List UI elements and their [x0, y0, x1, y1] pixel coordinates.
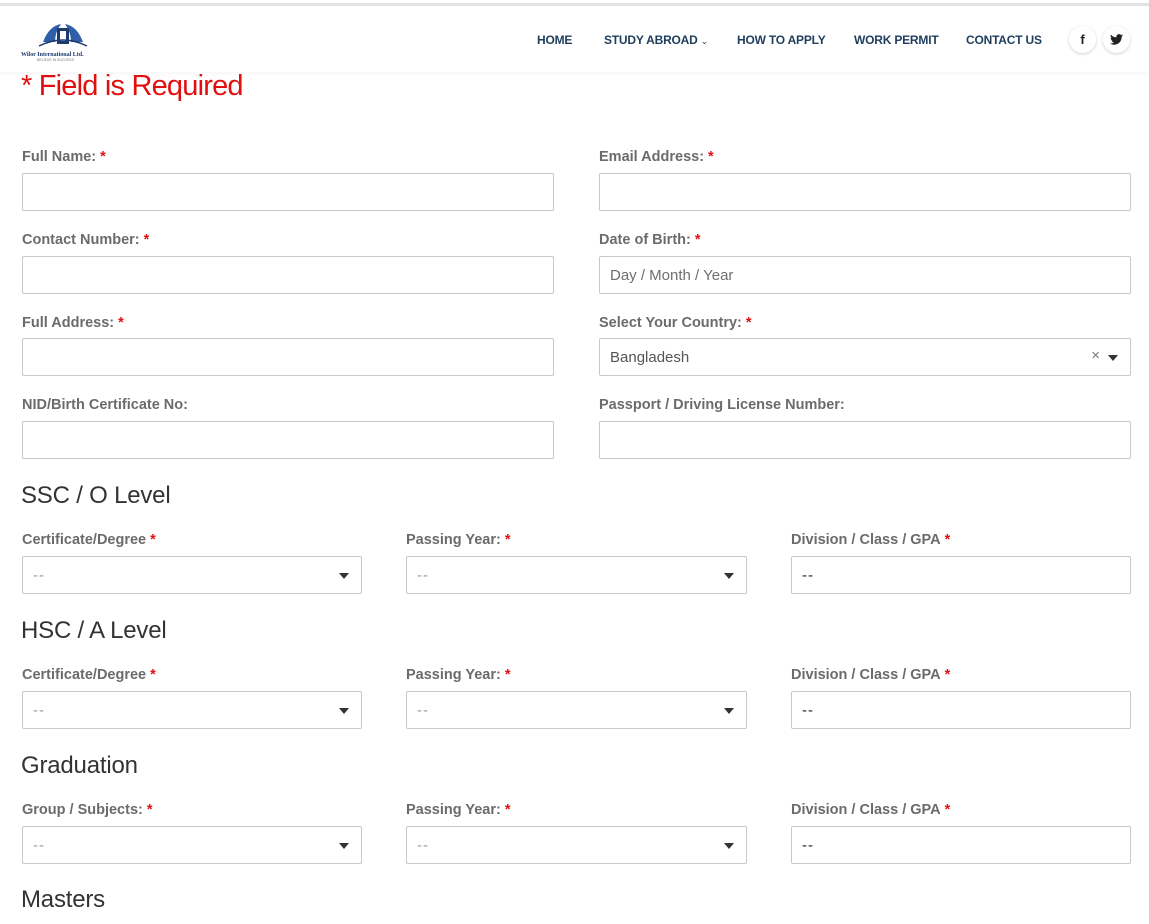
country-select[interactable]: Bangladesh × [599, 338, 1131, 376]
twitter-button[interactable] [1103, 26, 1130, 53]
nid-input[interactable] [22, 421, 554, 459]
ssc-certificate-label: Certificate/Degree * [22, 532, 156, 548]
required-star: * [708, 149, 714, 165]
hsc-passing-year-label: Passing Year: * [406, 667, 511, 683]
dropdown-arrow-icon [724, 843, 734, 849]
dropdown-arrow-icon [724, 708, 734, 714]
country-select-value: Bangladesh [610, 348, 690, 366]
logo-emblem-icon [38, 24, 88, 47]
full-name-input[interactable] [22, 173, 554, 211]
dropdown-arrow-icon [339, 573, 349, 579]
full-name-label: Full Name: * [22, 149, 106, 165]
passport-label: Passport / Driving License Number: [599, 397, 845, 413]
graduation-group-label: Group / Subjects: * [22, 802, 153, 818]
ssc-passing-year-value: -- [417, 566, 429, 584]
email-label: Email Address: * [599, 149, 714, 165]
required-star: * [150, 532, 156, 548]
required-star: * [146, 802, 153, 818]
site-header: Wilor International Ltd. BELIEVE IN SUCC… [0, 6, 1149, 72]
required-star: * [944, 667, 951, 683]
nav-contact-us-label: CONTACT US [966, 33, 1042, 47]
required-star: * [944, 802, 951, 818]
hsc-gpa-value: -- [802, 701, 814, 719]
graduation-passing-year-label: Passing Year: * [406, 802, 511, 818]
hsc-certificate-select[interactable]: -- [22, 691, 362, 729]
nav-home[interactable]: HOME [537, 33, 572, 47]
required-star: * [745, 315, 752, 331]
graduation-passing-year-select[interactable]: -- [406, 826, 747, 864]
required-star: * [504, 667, 511, 683]
logo-tagline: BELIEVE IN SUCCESS [37, 58, 74, 62]
full-address-input[interactable] [22, 338, 554, 376]
required-star: * [944, 532, 951, 548]
nav-home-label: HOME [537, 33, 573, 47]
ssc-gpa-label: Division / Class / GPA * [791, 532, 951, 548]
facebook-icon: f [1080, 32, 1085, 47]
hsc-certificate-value: -- [33, 701, 45, 719]
contact-number-input[interactable] [22, 256, 554, 294]
graduation-section-title: Graduation [21, 752, 138, 779]
nav-how-to-apply-label: HOW TO APPLY [737, 33, 826, 47]
required-star: * [150, 667, 156, 683]
required-field-note: * Field is Required [21, 70, 244, 102]
required-star: * [118, 315, 124, 331]
date-of-birth-placeholder: Day / Month / Year [610, 266, 734, 284]
nav-work-permit-label: WORK PERMIT [854, 33, 939, 47]
twitter-icon [1110, 34, 1123, 45]
ssc-passing-year-label: Passing Year: * [406, 532, 511, 548]
dropdown-arrow-icon [339, 708, 349, 714]
hsc-gpa-input[interactable]: -- [791, 691, 1131, 729]
required-star: * [694, 232, 701, 248]
required-star: * [504, 532, 511, 548]
dropdown-arrow-icon [339, 843, 349, 849]
masters-section-title: Masters [21, 886, 105, 913]
nav-how-to-apply[interactable]: HOW TO APPLY [737, 33, 826, 47]
graduation-gpa-input[interactable]: -- [791, 826, 1131, 864]
ssc-certificate-select[interactable]: -- [22, 556, 362, 594]
hsc-certificate-label: Certificate/Degree * [22, 667, 156, 683]
dropdown-arrow-icon [724, 573, 734, 579]
ssc-section-title: SSC / O Level [21, 482, 171, 509]
graduation-gpa-label: Division / Class / GPA * [791, 802, 951, 818]
dropdown-arrow-icon [1108, 355, 1118, 361]
full-address-label: Full Address: * [22, 315, 124, 331]
date-of-birth-label: Date of Birth: * [599, 232, 701, 248]
passport-input[interactable] [599, 421, 1131, 459]
hsc-gpa-label: Division / Class / GPA * [791, 667, 951, 683]
email-input[interactable] [599, 173, 1131, 211]
graduation-gpa-value: -- [802, 836, 814, 854]
required-star: * [100, 149, 106, 165]
nav-study-abroad-label: STUDY ABROAD [604, 33, 698, 47]
ssc-gpa-input[interactable]: -- [791, 556, 1131, 594]
chevron-down-icon: ⌄ [700, 36, 709, 46]
ssc-certificate-value: -- [33, 566, 45, 584]
company-logo[interactable]: Wilor International Ltd. BELIEVE IN SUCC… [21, 20, 105, 62]
graduation-group-select[interactable]: -- [22, 826, 362, 864]
contact-number-label: Contact Number: * [22, 232, 150, 248]
graduation-passing-year-value: -- [417, 836, 429, 854]
hsc-passing-year-value: -- [417, 701, 429, 719]
nav-study-abroad[interactable]: STUDY ABROAD ⌄ [604, 33, 708, 47]
nid-label: NID/Birth Certificate No: [22, 397, 188, 413]
nav-work-permit[interactable]: WORK PERMIT [854, 33, 939, 47]
hsc-section-title: HSC / A Level [21, 617, 167, 644]
facebook-button[interactable]: f [1069, 26, 1096, 53]
clear-selection-icon[interactable]: × [1091, 347, 1100, 364]
nav-contact-us[interactable]: CONTACT US [966, 33, 1042, 47]
ssc-passing-year-select[interactable]: -- [406, 556, 747, 594]
graduation-group-value: -- [33, 836, 45, 854]
hsc-passing-year-select[interactable]: -- [406, 691, 747, 729]
country-label: Select Your Country: * [599, 315, 752, 331]
ssc-gpa-value: -- [802, 566, 814, 584]
required-star: * [504, 802, 511, 818]
date-of-birth-input[interactable]: Day / Month / Year [599, 256, 1131, 294]
required-star: * [143, 232, 150, 248]
